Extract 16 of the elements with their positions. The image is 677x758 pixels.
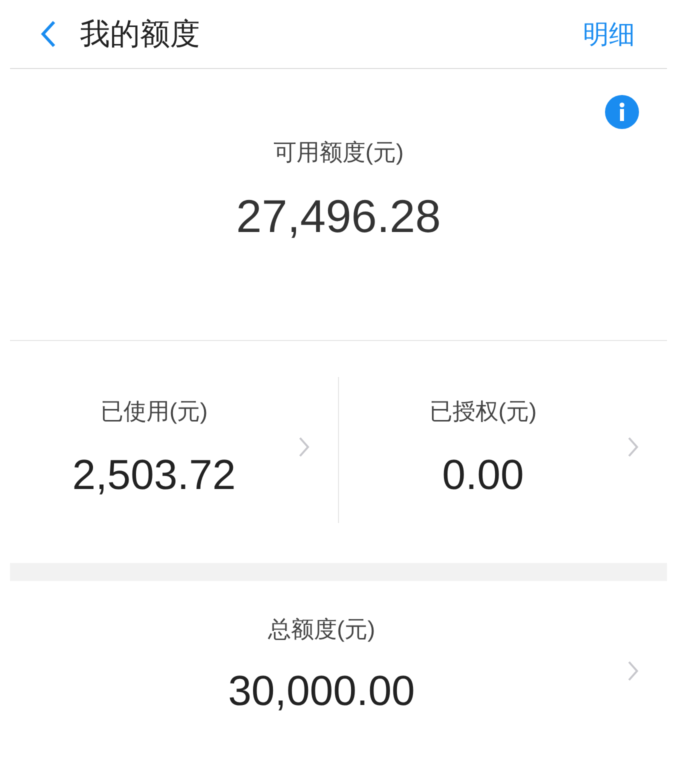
total-label: 总额度(元) [268,615,376,644]
chevron-right-icon [627,660,639,682]
breakdown-label: 已授权(元) [429,397,537,426]
info-icon[interactable] [605,95,639,129]
breakdown-amount: 2,503.72 [72,450,236,500]
total-amount: 30,000.00 [228,666,415,716]
available-label: 可用额度(元) [273,138,404,167]
available-amount: 27,496.28 [236,188,441,244]
page-title: 我的额度 [80,16,200,52]
back-icon[interactable] [38,19,58,49]
breakdown-amount: 0.00 [442,450,524,500]
breakdown-label: 已使用(元) [100,397,208,426]
breakdown-item[interactable]: 已使用(元) 2,503.72 [10,377,339,523]
breakdown-item[interactable]: 已授权(元) 0.00 [339,377,667,523]
chevron-right-icon [298,436,310,458]
chevron-right-icon [627,436,639,458]
